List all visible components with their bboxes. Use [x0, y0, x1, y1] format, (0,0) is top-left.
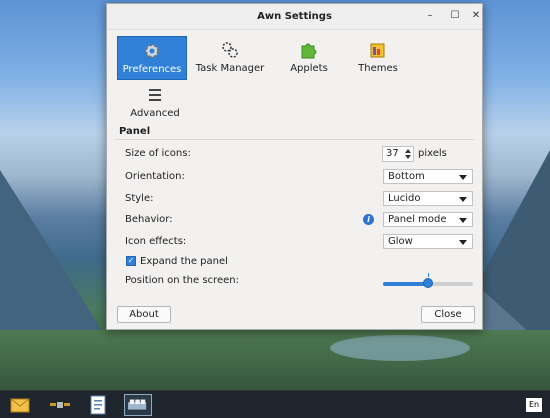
awn-settings-window: Awn Settings – ☐ ✕ Preferences Task Mana…: [106, 3, 483, 330]
background-valley: [0, 330, 550, 390]
pixels-unit-label: pixels: [418, 148, 447, 159]
tab-applets[interactable]: Applets: [274, 36, 344, 80]
orientation-value: Bottom: [388, 171, 425, 182]
cogs-icon: [222, 42, 238, 58]
satellite-icon: [50, 402, 70, 408]
tab-advanced[interactable]: Advanced: [120, 81, 190, 125]
taskbar-item-mail[interactable]: [8, 394, 32, 416]
behavior-select[interactable]: Panel mode: [383, 212, 473, 227]
spinner-up-icon[interactable]: [405, 149, 411, 153]
document-icon: [90, 395, 106, 415]
close-button[interactable]: Close: [421, 306, 475, 323]
tab-bar: Preferences Task Manager Applets Themes: [116, 35, 398, 125]
style-select[interactable]: Lucido: [383, 191, 473, 206]
orientation-label: Orientation:: [125, 171, 185, 182]
icon-size-spinner[interactable]: 37: [382, 146, 414, 162]
taskbar: En: [0, 390, 550, 418]
chevron-down-icon: [459, 218, 467, 223]
menu-icon: [149, 89, 161, 101]
position-label: Position on the screen:: [125, 275, 239, 286]
mail-icon: [10, 398, 30, 413]
slider-fill: [383, 282, 428, 286]
icon-effects-select[interactable]: Glow: [383, 234, 473, 249]
chevron-down-icon: [459, 240, 467, 245]
themes-icon: [370, 43, 385, 58]
behavior-label: Behavior:: [125, 214, 173, 225]
maximize-button[interactable]: ☐: [448, 9, 462, 23]
tab-preferences[interactable]: Preferences: [117, 36, 187, 80]
about-button[interactable]: About: [117, 306, 171, 323]
slider-tick: [428, 273, 429, 277]
slider-handle[interactable]: [423, 278, 433, 288]
tab-label: Themes: [358, 63, 398, 74]
background-river: [330, 335, 470, 361]
expand-panel-label[interactable]: Expand the panel: [140, 256, 228, 267]
puzzle-icon: [301, 43, 317, 59]
style-label: Style:: [125, 193, 154, 204]
expand-panel-checkbox[interactable]: ✓: [126, 256, 136, 266]
tab-label: Preferences: [122, 64, 182, 75]
keyboard-layout-indicator[interactable]: En: [526, 398, 542, 412]
minimize-button[interactable]: –: [423, 9, 437, 23]
position-slider[interactable]: [383, 273, 473, 288]
tab-task-manager[interactable]: Task Manager: [195, 36, 265, 80]
taskbar-item-satellite[interactable]: [48, 394, 72, 416]
behavior-value: Panel mode: [388, 214, 447, 225]
info-icon[interactable]: i: [363, 214, 374, 225]
chevron-down-icon: [459, 175, 467, 180]
size-of-icons-label: Size of icons:: [125, 148, 191, 159]
style-value: Lucido: [388, 193, 421, 204]
icon-effects-label: Icon effects:: [125, 236, 187, 247]
section-title: Panel: [119, 126, 151, 137]
orientation-select[interactable]: Bottom: [383, 169, 473, 184]
spinner-down-icon[interactable]: [405, 155, 411, 159]
tab-label: Advanced: [130, 108, 180, 119]
taskbar-item-document[interactable]: [86, 394, 110, 416]
divider: [115, 139, 474, 140]
icon-effects-value: Glow: [388, 236, 413, 247]
close-window-button[interactable]: ✕: [469, 9, 483, 23]
icon-size-value: 37: [386, 148, 399, 159]
awn-settings-icon: [128, 399, 147, 410]
tab-themes[interactable]: Themes: [343, 36, 413, 80]
titlebar[interactable]: Awn Settings – ☐ ✕: [107, 4, 482, 30]
gear-icon: [145, 44, 159, 58]
tab-label: Applets: [290, 63, 328, 74]
tab-label: Task Manager: [195, 63, 265, 74]
chevron-down-icon: [459, 197, 467, 202]
taskbar-item-awn-settings[interactable]: [124, 394, 152, 416]
